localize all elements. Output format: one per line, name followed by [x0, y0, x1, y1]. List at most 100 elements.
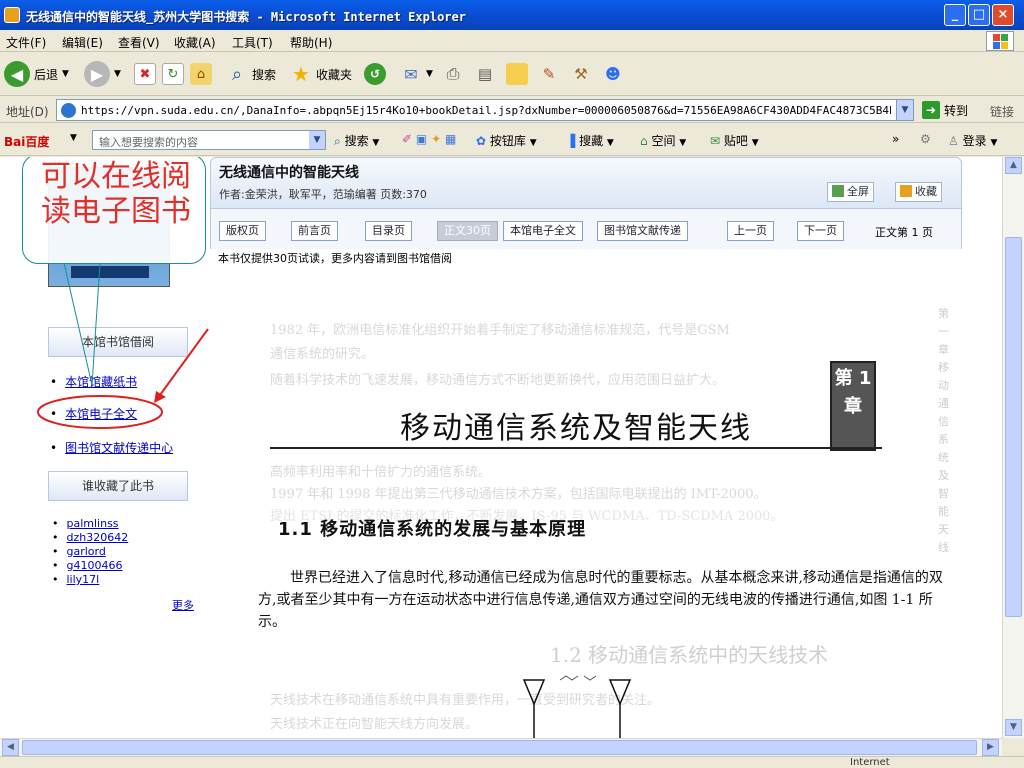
nav-preface-page[interactable]: 前言页: [291, 221, 338, 241]
search-button[interactable]: ⌕ 搜索: [226, 60, 276, 88]
go-arrow-icon: ➜: [922, 101, 940, 119]
minimize-button[interactable]: _: [944, 4, 966, 26]
menu-tools[interactable]: 工具(T): [232, 34, 273, 51]
folder-button[interactable]: [506, 60, 528, 88]
toolbar: ◀ 后退 ▼ ▶ ▼ ✖ ↻ ⌂ ⌕ 搜索 ★ 收藏夹 ↺ ✉ ▼ ⎙ ▤ ✎ …: [0, 52, 1024, 96]
baidu-tools-icons[interactable]: ✐ ▣ ✦ ▦: [402, 132, 456, 146]
horizontal-scroll-thumb[interactable]: [22, 740, 977, 755]
baidu-favorites[interactable]: ▐ 搜藏 ▼: [566, 132, 614, 149]
chevron-down-icon[interactable]: ▼: [896, 100, 913, 120]
stop-button[interactable]: ✖: [134, 60, 156, 88]
refresh-button[interactable]: ↻: [162, 60, 184, 88]
more-users-link[interactable]: 更多: [172, 597, 194, 613]
history-button[interactable]: ↺: [364, 60, 386, 88]
annotation-callout: 可以在线阅读电子图书: [22, 157, 206, 264]
address-label: 地址(D): [6, 105, 49, 119]
ghost-line: 天线技术正在向智能天线方向发展。: [270, 717, 479, 732]
history-icon: ↺: [364, 63, 386, 85]
menu-edit[interactable]: 编辑(E): [62, 34, 103, 51]
address-url[interactable]: https://vpn.suda.edu.cn/,DanaInfo=.abpqn…: [81, 104, 891, 117]
collect-button[interactable]: 收藏: [895, 182, 942, 202]
chevron-down-icon[interactable]: ▼: [309, 131, 325, 149]
button-library[interactable]: ✿ 按钮库 ▼: [476, 132, 537, 149]
star-icon: ★: [292, 62, 310, 86]
go-label: 转到: [944, 103, 969, 118]
sidebar-user[interactable]: dzh320642: [52, 531, 129, 544]
sidebar-user[interactable]: garlord: [52, 545, 106, 558]
mail-icon: ✉: [404, 64, 418, 84]
reader-nav: 版权页 前言页 目录页 正文30页 本馆电子全文 图书馆文献传递 上一页 下一页…: [210, 209, 962, 249]
sidebar-user[interactable]: lily17l: [52, 573, 100, 586]
print-button[interactable]: ⎙: [442, 60, 464, 88]
menu-help[interactable]: 帮助(H): [290, 34, 332, 51]
nav-ebook-fulltext[interactable]: 本馆电子全文: [503, 221, 583, 241]
baidu-search-input[interactable]: 输入想要搜索的内容 ▼: [92, 130, 326, 150]
back-arrow-icon: ◀: [4, 61, 30, 87]
button-library-label: 按钮库: [489, 134, 526, 148]
baidu-login-label: 登录: [962, 134, 987, 148]
mail-button[interactable]: ✉ ▼: [400, 60, 433, 88]
tools-icon: ⚒: [574, 65, 588, 83]
ghost-line: 1997 年和 1998 年提出第三代移动通信技术方案，包括国际电联提出的 IM…: [270, 487, 767, 502]
scroll-right-icon[interactable]: ▶: [982, 739, 999, 756]
home-icon: ⌂: [190, 63, 212, 85]
more-chevron[interactable]: »: [892, 132, 899, 146]
forward-button[interactable]: ▶ ▼: [84, 60, 121, 88]
nav-toc-page[interactable]: 目录页: [365, 221, 412, 241]
baidu-logo[interactable]: Bai百度: [4, 133, 49, 150]
baidu-toolbar: Bai百度 ▼ 输入想要搜索的内容 ▼ ⌕ 搜索 ▼ ✐ ▣ ✦ ▦ ✿ 按钮库…: [0, 124, 1024, 156]
bookmark-icon: ▐: [566, 134, 576, 148]
home-icon: ⌂: [640, 134, 648, 148]
sidebar-link-ebook-fulltext[interactable]: 本馆电子全文: [50, 405, 137, 422]
sidebar-link-paper-books[interactable]: 本馆馆藏纸书: [50, 373, 137, 390]
messenger-button[interactable]: ✎: [538, 60, 560, 88]
home-button[interactable]: ⌂: [190, 60, 212, 88]
baidu-space-label: 空间: [651, 134, 676, 148]
fullscreen-button[interactable]: 全屏: [827, 182, 874, 202]
baidu-search-label: 搜索: [344, 134, 369, 148]
chevron-down-icon: ▼: [426, 69, 433, 79]
next-page-button[interactable]: 下一页: [797, 221, 844, 241]
go-button[interactable]: ➜ 转到: [922, 101, 968, 119]
baidu-search-placeholder: 输入想要搜索的内容: [99, 136, 198, 149]
baidu-login[interactable]: ♙ 登录 ▼: [948, 132, 997, 149]
brush-icon: ✐: [402, 132, 413, 146]
scroll-up-icon[interactable]: ▲: [1005, 157, 1022, 174]
baidu-tieba[interactable]: ✉ 贴吧 ▼: [710, 132, 759, 149]
status-bar: Internet: [0, 756, 1024, 768]
close-button[interactable]: ×: [992, 4, 1014, 26]
vertical-scrollbar[interactable]: ▲ ▼: [1002, 157, 1024, 738]
menu-file[interactable]: 文件(F): [6, 34, 46, 51]
user-button[interactable]: ☻: [602, 60, 624, 88]
tools-button[interactable]: ⚒: [570, 60, 592, 88]
baidu-search-button[interactable]: ⌕ 搜索 ▼: [334, 132, 379, 149]
sidebar-user[interactable]: g4100466: [52, 559, 123, 572]
nav-copyright-page[interactable]: 版权页: [219, 221, 266, 241]
chevron-down-icon[interactable]: ▼: [70, 133, 77, 143]
page-icon: [61, 103, 76, 118]
vertical-scroll-thumb[interactable]: [1005, 237, 1022, 617]
menu-favorites[interactable]: 收藏(A): [174, 34, 216, 51]
settings-icon[interactable]: ⚙: [920, 132, 931, 146]
image-icon: ▣: [415, 132, 428, 146]
menu-view[interactable]: 查看(V): [118, 34, 160, 51]
back-button[interactable]: ◀ 后退 ▼: [4, 60, 69, 88]
baidu-space[interactable]: ⌂ 空间 ▼: [640, 132, 686, 149]
prev-page-button[interactable]: 上一页: [727, 221, 774, 241]
favorites-button[interactable]: ★ 收藏夹: [290, 60, 352, 88]
sidebar-link-document-delivery[interactable]: 图书馆文献传递中心: [50, 439, 173, 456]
chevron-down-icon: ▼: [606, 138, 614, 148]
baidu-tieba-label: 贴吧: [723, 134, 748, 148]
maximize-button[interactable]: □: [968, 4, 990, 26]
edit-button[interactable]: ▤: [474, 60, 496, 88]
sidebar-user[interactable]: palmlinss: [52, 517, 119, 530]
nav-document-delivery[interactable]: 图书馆文献传递: [597, 221, 688, 241]
forward-arrow-icon: ▶: [84, 61, 110, 87]
nav-text-30-pages[interactable]: 正文30页: [437, 221, 498, 241]
scroll-left-icon[interactable]: ◀: [2, 739, 19, 756]
address-input[interactable]: https://vpn.suda.edu.cn/,DanaInfo=.abpqn…: [56, 99, 914, 121]
sidebar-heading-collected: 谁收藏了此书: [48, 471, 188, 501]
horizontal-scrollbar[interactable]: ◀ ▶: [0, 738, 1002, 756]
scroll-down-icon[interactable]: ▼: [1005, 719, 1022, 736]
links-button[interactable]: 链接: [990, 103, 1014, 120]
